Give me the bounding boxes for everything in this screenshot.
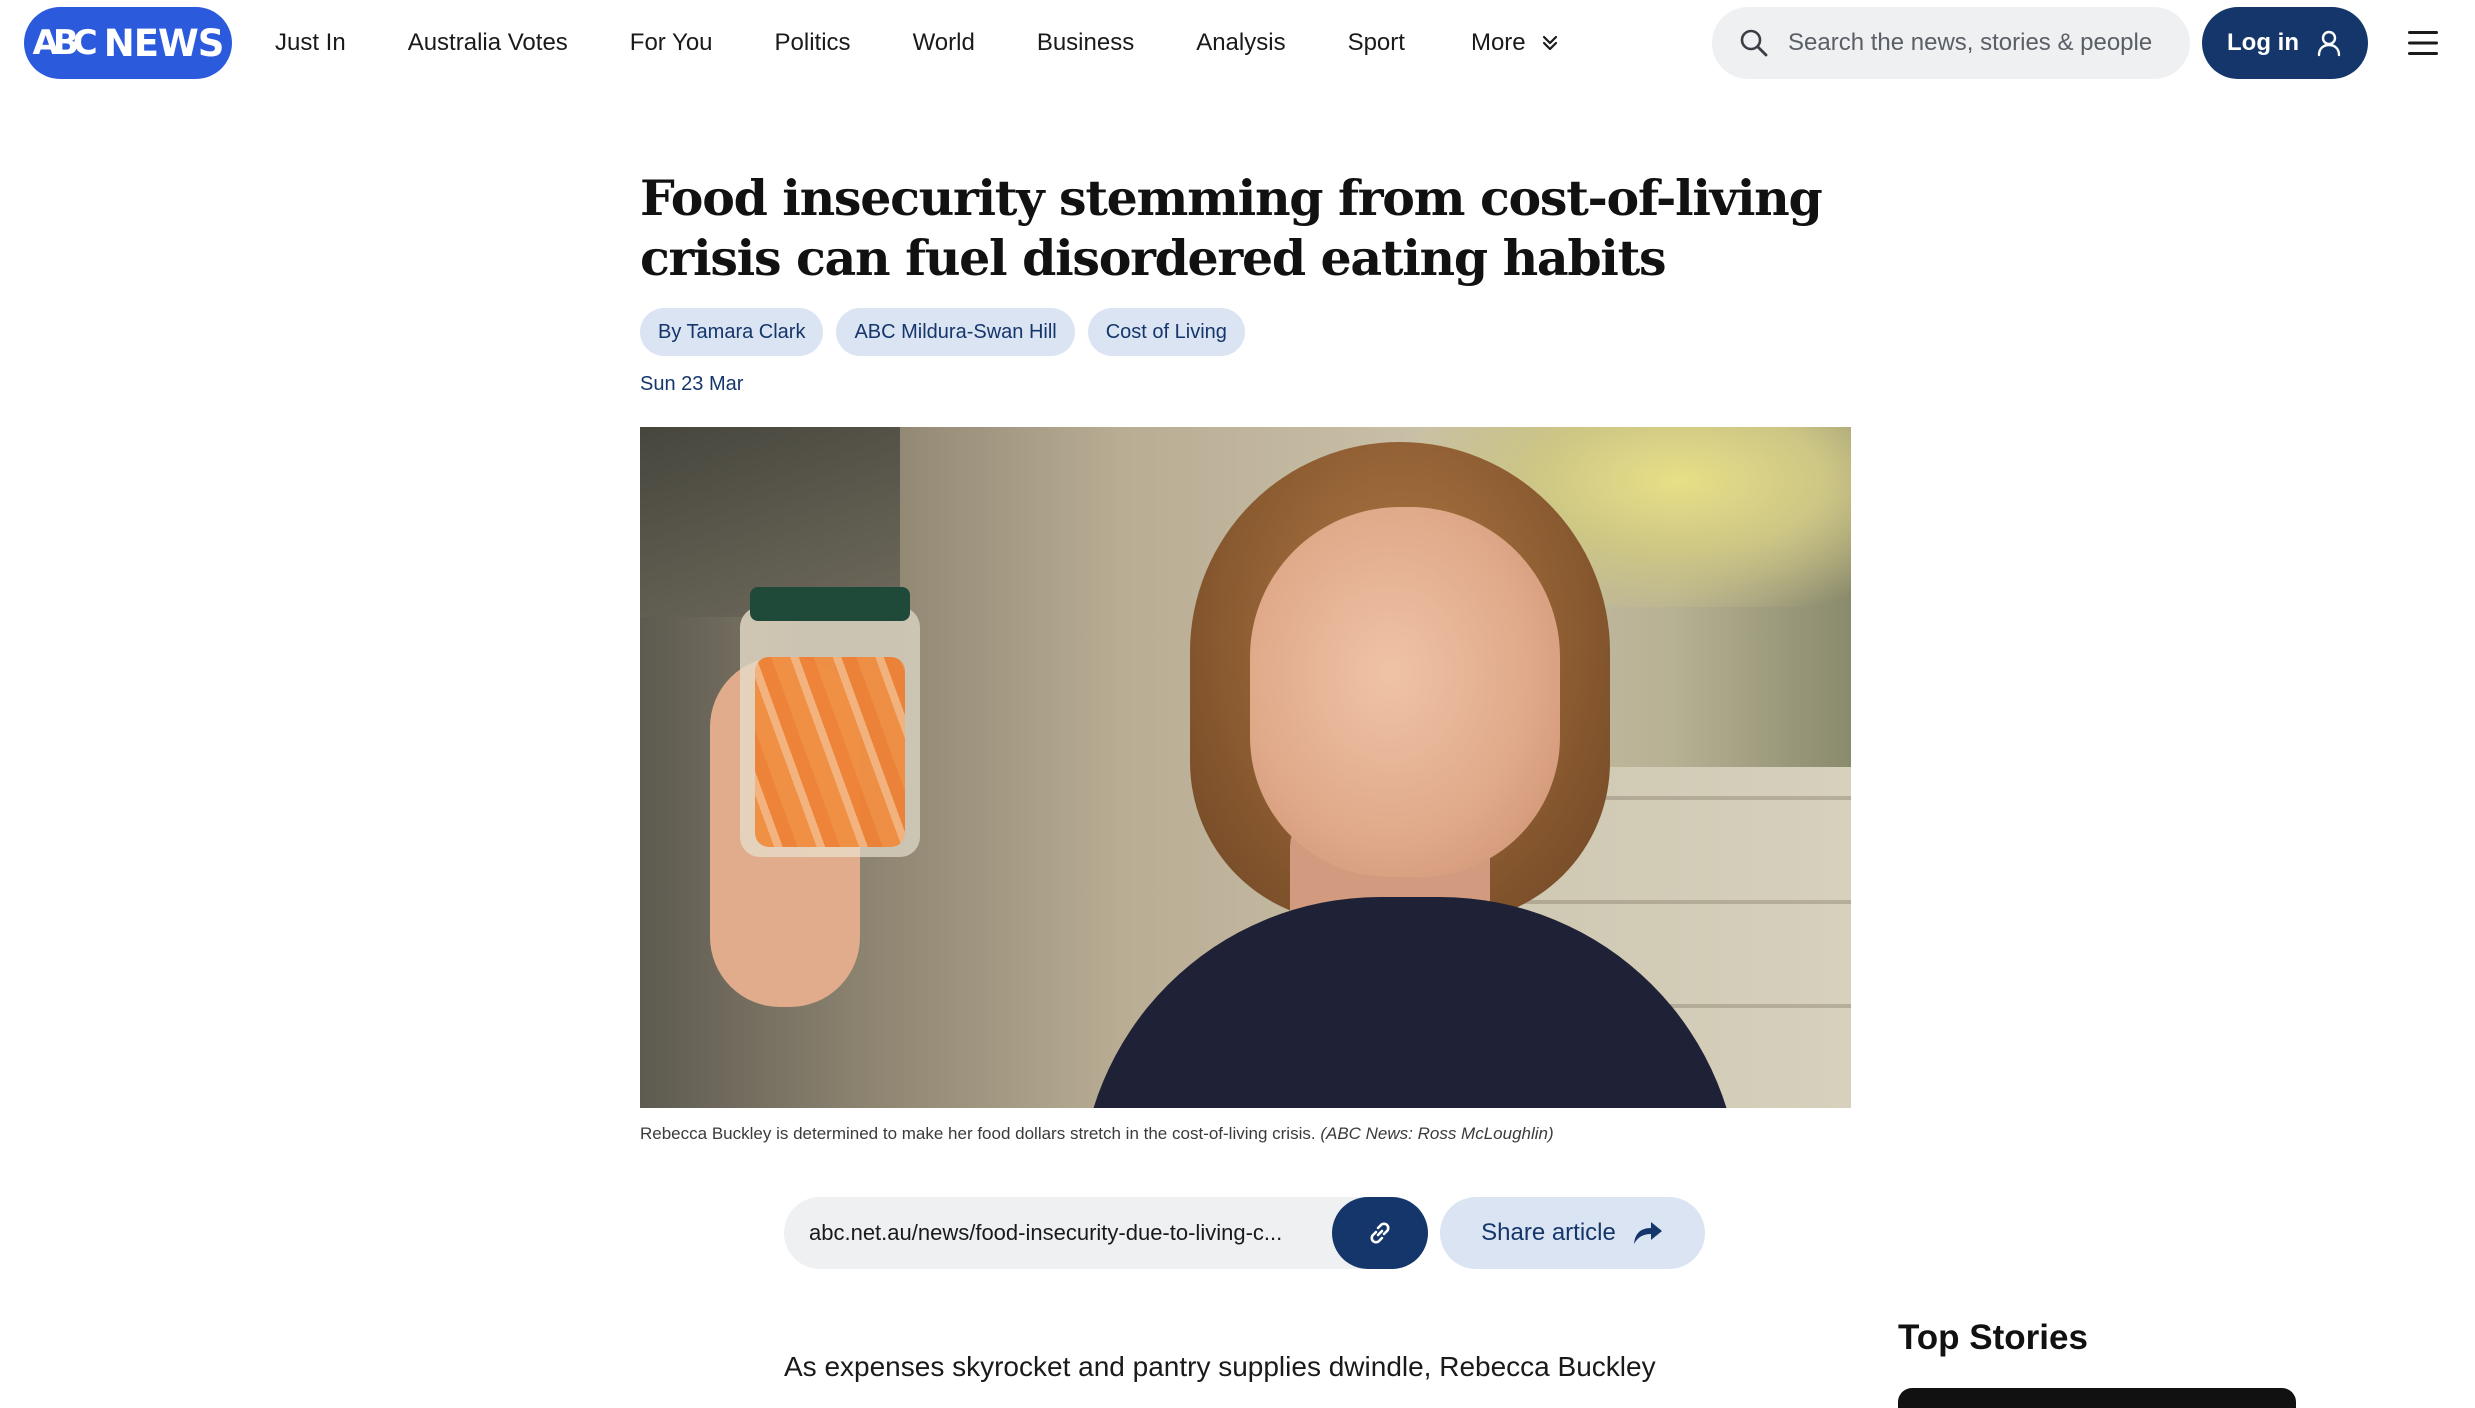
search-input[interactable]	[1788, 29, 2188, 57]
search-icon	[1740, 29, 1768, 57]
chevron-double-down-icon	[1542, 35, 1557, 51]
tag-location[interactable]: ABC Mildura-Swan Hill	[836, 308, 1075, 356]
nav-item-australia-votes[interactable]: Australia Votes	[408, 29, 568, 57]
nav-item-world[interactable]: World	[913, 29, 975, 57]
caption-credit: (ABC News: Ross McLoughlin)	[1320, 1124, 1554, 1143]
article-lede: As expenses skyrocket and pantry supplie…	[784, 1351, 1656, 1382]
top-stories-heading: Top Stories	[1898, 1318, 2088, 1357]
share-arrow-icon	[1633, 1222, 1662, 1244]
share-article-label: Share article	[1481, 1219, 1616, 1246]
user-icon	[2317, 30, 2341, 57]
image-caption: Rebecca Buckley is determined to make he…	[640, 1124, 1554, 1144]
article-url-field[interactable]: abc.net.au/news/food-insecurity-due-to-l…	[784, 1197, 1428, 1269]
copy-link-button[interactable]	[1332, 1197, 1428, 1269]
nav-item-just-in[interactable]: Just In	[275, 29, 346, 57]
hero-person-face	[1250, 507, 1560, 877]
logo-text: NEWS	[103, 21, 225, 65]
login-button[interactable]: Log in	[2202, 7, 2368, 79]
article-tags: By Tamara Clark ABC Mildura-Swan Hill Co…	[640, 308, 1245, 356]
share-article-button[interactable]: Share article	[1440, 1197, 1705, 1269]
tag-topic[interactable]: Cost of Living	[1087, 308, 1245, 356]
nav-item-for-you[interactable]: For You	[630, 29, 713, 57]
nav-item-politics[interactable]: Politics	[775, 29, 851, 57]
nav-item-sport[interactable]: Sport	[1348, 29, 1405, 57]
share-bar: abc.net.au/news/food-insecurity-due-to-l…	[784, 1197, 1705, 1269]
nav-more-label: More	[1470, 29, 1526, 56]
site-header: ABC NEWS Just In Australia Votes For You…	[0, 0, 2475, 86]
top-story-card[interactable]	[1898, 1388, 2296, 1408]
link-icon	[1370, 1222, 1390, 1244]
article-date: Sun 23 Mar	[640, 373, 744, 395]
hero-jar-contents	[755, 657, 905, 847]
nav-more-button[interactable]: More	[1471, 29, 1560, 57]
nav-item-analysis[interactable]: Analysis	[1196, 29, 1285, 57]
main-nav: Just In Australia Votes For You Politics…	[275, 0, 1560, 86]
nav-item-business[interactable]: Business	[1037, 29, 1134, 57]
abc-news-logo[interactable]: ABC NEWS	[24, 7, 232, 79]
search-box[interactable]	[1712, 7, 2190, 79]
hero-jar-lid	[750, 587, 910, 621]
article-headline: Food insecurity stemming from cost-of-li…	[640, 169, 1823, 287]
abc-logo-mark: ABC	[32, 23, 98, 63]
hamburger-menu-icon[interactable]	[2406, 28, 2440, 58]
hero-image	[640, 427, 1851, 1108]
login-label: Log in	[2227, 29, 2299, 56]
article-url-text: abc.net.au/news/food-insecurity-due-to-l…	[809, 1220, 1283, 1245]
tag-author[interactable]: By Tamara Clark	[640, 308, 824, 356]
caption-text: Rebecca Buckley is determined to make he…	[640, 1124, 1316, 1143]
